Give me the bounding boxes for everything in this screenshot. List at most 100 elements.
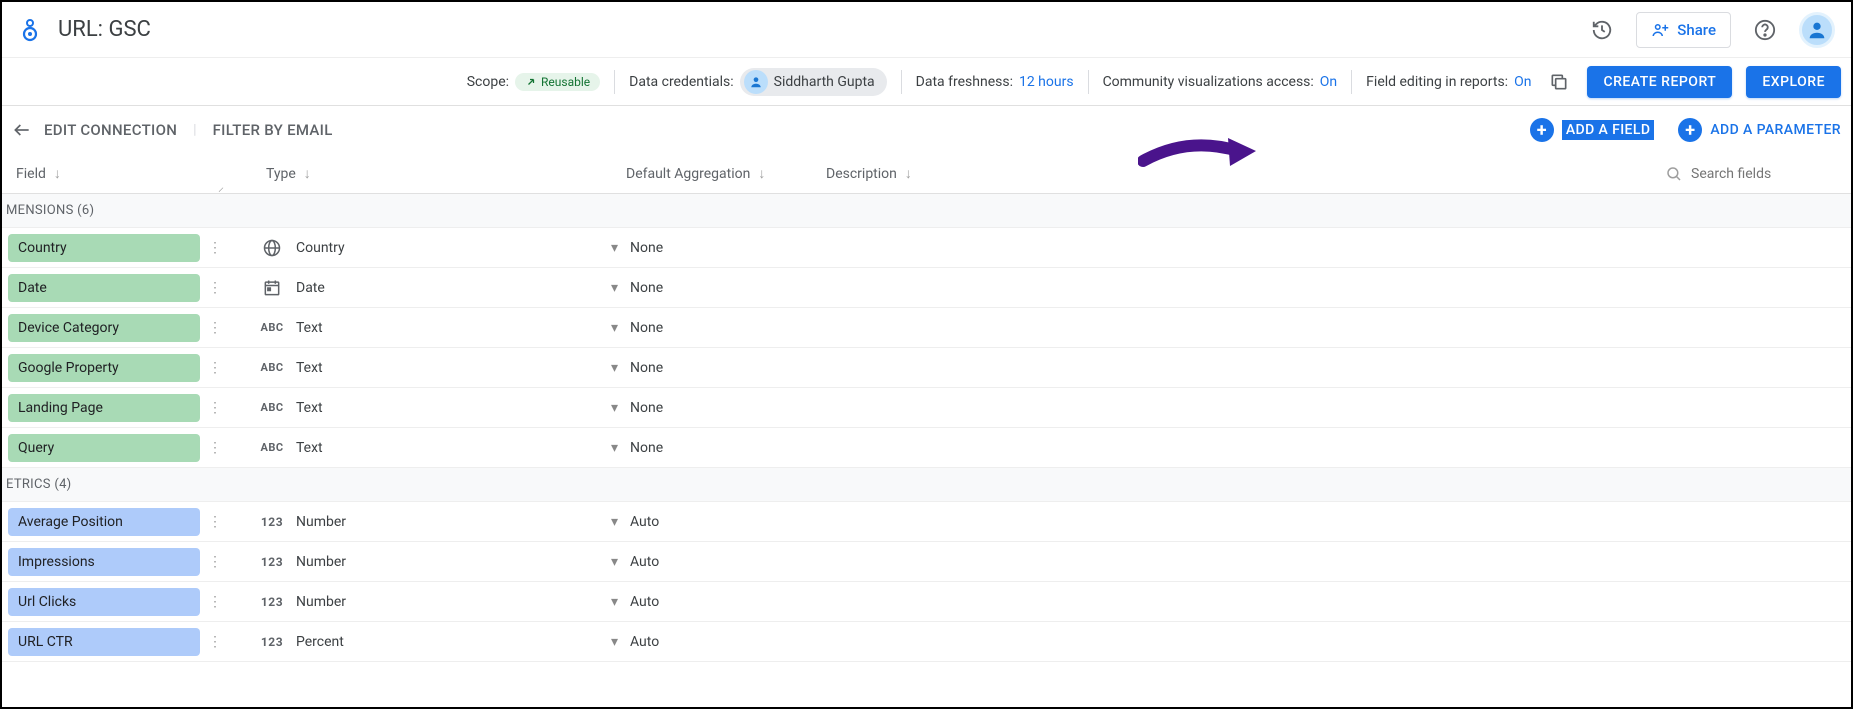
more-options-icon[interactable]: ⋮ [200, 320, 230, 336]
chevron-down-icon[interactable]: ▾ [611, 554, 618, 570]
share-button[interactable]: Share [1636, 12, 1731, 48]
create-report-button[interactable]: CREATE REPORT [1587, 66, 1732, 98]
type-label: Text [296, 360, 323, 376]
type-cell[interactable]: 123Number▾ [260, 554, 630, 570]
type-icon [260, 278, 284, 298]
aggregation-cell[interactable]: Auto [630, 634, 830, 650]
search-icon [1665, 165, 1683, 183]
field-row: Date⋮ Date▾None [2, 268, 1851, 308]
chevron-down-icon[interactable]: ▾ [611, 634, 618, 650]
column-header-field[interactable]: Field ↓ [16, 165, 266, 182]
aggregation-cell[interactable]: Auto [630, 514, 830, 530]
more-options-icon[interactable]: ⋮ [200, 514, 230, 530]
type-cell[interactable]: ABCText▾ [260, 360, 630, 376]
help-icon[interactable] [1745, 10, 1785, 50]
field-row: Query⋮ABCText▾None [2, 428, 1851, 468]
type-cell[interactable]: 123Number▾ [260, 594, 630, 610]
search-input[interactable] [1691, 166, 1831, 182]
field-row: Url Clicks⋮ 123Number▾Auto [2, 582, 1851, 622]
copy-icon[interactable] [1545, 68, 1573, 96]
freshness-item[interactable]: Data freshness: 12 hours [916, 74, 1074, 90]
type-label: Country [296, 240, 345, 256]
more-options-icon[interactable]: ⋮ [200, 554, 230, 570]
column-header-description[interactable]: Description ↓ [826, 165, 1665, 182]
type-cell[interactable]: Date▾ [260, 278, 630, 298]
chevron-down-icon[interactable]: ▾ [611, 320, 618, 336]
field-chip[interactable]: Impressions [8, 548, 200, 576]
search-fields-box[interactable] [1665, 165, 1851, 183]
credentials-item: Data credentials: Siddharth Gupta [629, 68, 887, 96]
more-options-icon[interactable]: ⋮ [200, 280, 230, 296]
more-options-icon[interactable]: ⋮ [200, 634, 230, 650]
sort-arrow-icon: ↓ [905, 165, 912, 182]
sort-arrow-icon: ↓ [304, 165, 311, 182]
chevron-down-icon[interactable]: ▾ [611, 360, 618, 376]
plus-icon: + [1530, 118, 1554, 142]
explore-button[interactable]: EXPLORE [1746, 66, 1841, 98]
divider [1351, 70, 1352, 94]
field-chip[interactable]: Average Position [8, 508, 200, 536]
aggregation-cell[interactable]: Auto [630, 554, 830, 570]
edit-connection-link[interactable]: EDIT CONNECTION [44, 121, 177, 139]
back-arrow-icon[interactable] [12, 120, 32, 140]
field-chip[interactable]: Landing Page [8, 394, 200, 422]
chevron-down-icon[interactable]: ▾ [611, 594, 618, 610]
aggregation-cell[interactable]: None [630, 440, 830, 456]
type-cell[interactable]: ABCText▾ [260, 320, 630, 336]
aggregation-cell[interactable]: None [630, 320, 830, 336]
community-viz-item[interactable]: Community visualizations access: On [1103, 74, 1338, 90]
column-header-type[interactable]: Type ↓ [266, 165, 626, 182]
field-chip[interactable]: Country [8, 234, 200, 262]
field-chip[interactable]: Google Property [8, 354, 200, 382]
field-row: Device Category⋮ ABCText▾None [2, 308, 1851, 348]
more-options-icon[interactable]: ⋮ [200, 400, 230, 416]
type-label: Text [296, 440, 323, 456]
more-options-icon[interactable]: ⋮ [200, 594, 230, 610]
history-icon[interactable] [1582, 10, 1622, 50]
field-chip[interactable]: Query [8, 434, 200, 462]
chevron-down-icon[interactable]: ▾ [611, 280, 618, 296]
aggregation-cell[interactable]: None [630, 240, 830, 256]
aggregation-cell[interactable]: None [630, 400, 830, 416]
filter-by-email-link[interactable]: FILTER BY EMAIL [213, 121, 333, 139]
scope-chip[interactable]: Reusable [515, 73, 600, 91]
field-editing-item[interactable]: Field editing in reports: On [1366, 74, 1531, 90]
field-row: Google Property⋮ABCText▾None [2, 348, 1851, 388]
aggregation-cell[interactable]: None [630, 360, 830, 376]
chevron-down-icon[interactable]: ▾ [611, 440, 618, 456]
more-options-icon[interactable]: ⋮ [200, 240, 230, 256]
field-chip[interactable]: URL CTR [8, 628, 200, 656]
aggregation-cell[interactable]: Auto [630, 594, 830, 610]
plus-icon: + [1678, 118, 1702, 142]
add-parameter-button[interactable]: + ADD A PARAMETER [1678, 118, 1841, 142]
type-label: Percent [296, 634, 344, 650]
type-cell[interactable]: 123Percent▾ [260, 634, 630, 650]
chevron-down-icon[interactable]: ▾ [611, 514, 618, 530]
field-row: Landing Page⋮ ABCText▾None [2, 388, 1851, 428]
chevron-down-icon[interactable]: ▾ [611, 240, 618, 256]
type-cell[interactable]: 123Number▾ [260, 514, 630, 530]
resize-handle-icon[interactable]: ⸝ [218, 178, 224, 195]
field-chip[interactable]: Url Clicks [8, 588, 200, 616]
aggregation-cell[interactable]: None [630, 280, 830, 296]
type-cell[interactable]: Country ▾ [260, 238, 630, 258]
more-options-icon[interactable]: ⋮ [200, 360, 230, 376]
more-options-icon[interactable]: ⋮ [200, 440, 230, 456]
credentials-chip[interactable]: Siddharth Gupta [740, 68, 887, 96]
chevron-down-icon[interactable]: ▾ [611, 400, 618, 416]
metrics-section-header: ETRICS (4) [2, 468, 1851, 502]
field-row: Average Position⋮ 123Number▾Auto [2, 502, 1851, 542]
add-field-button[interactable]: + ADD A FIELD [1530, 118, 1655, 142]
field-row: Country⋮Country▾None [2, 228, 1851, 268]
type-icon [260, 238, 284, 258]
field-chip[interactable]: Device Category [8, 314, 200, 342]
field-chip[interactable]: Date [8, 274, 200, 302]
type-cell[interactable]: ABCText▾ [260, 400, 630, 416]
sort-arrow-icon: ↓ [54, 165, 61, 182]
type-cell[interactable]: ABCText▾ [260, 440, 630, 456]
user-avatar[interactable] [1799, 12, 1835, 48]
share-label: Share [1677, 21, 1716, 39]
column-header-aggregation[interactable]: Default Aggregation ↓ [626, 165, 826, 182]
page-title: URL: GSC [58, 17, 151, 42]
field-row: URL CTR⋮123Percent▾Auto [2, 622, 1851, 662]
